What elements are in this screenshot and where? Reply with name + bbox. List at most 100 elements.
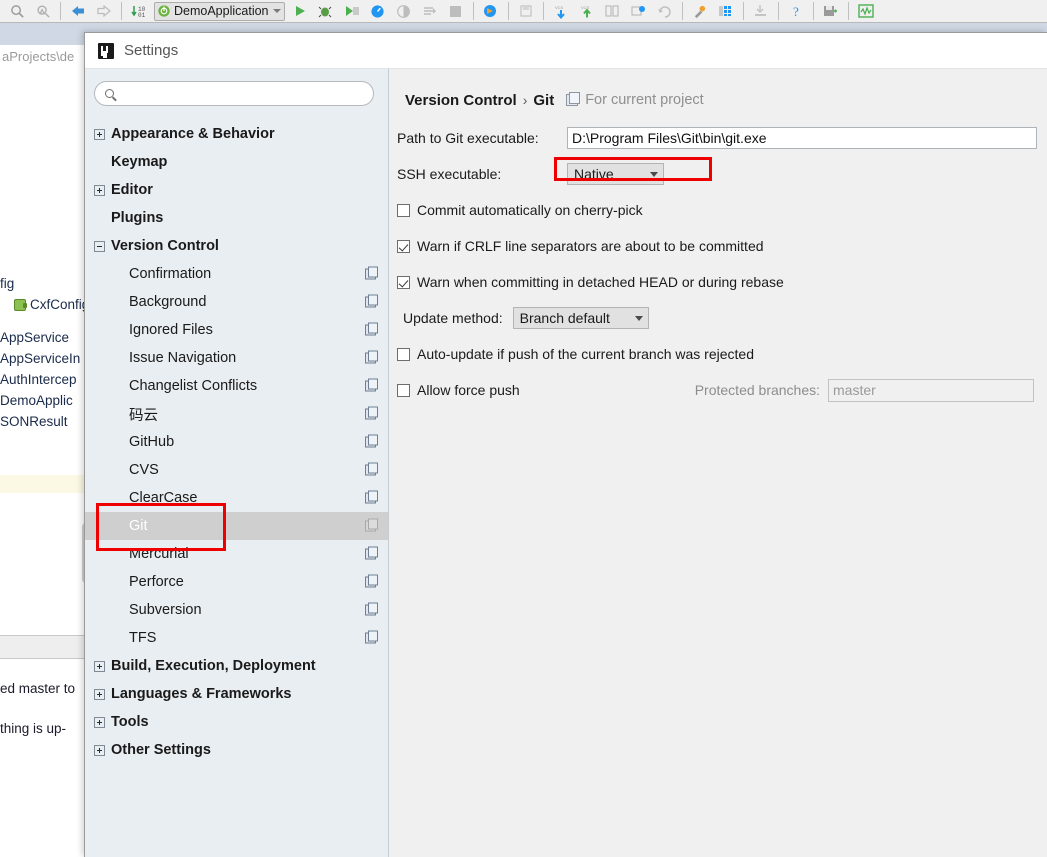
- breadcrumb: Version Control › Git For current projec…: [389, 89, 1047, 111]
- sidebar-item-clearcase[interactable]: ClearCase: [85, 484, 388, 512]
- sidebar-item-mercurial[interactable]: Mercurial: [85, 540, 388, 568]
- sidebar-item-label: 码云: [129, 407, 158, 424]
- breadcrumb-parent[interactable]: Version Control: [405, 92, 517, 109]
- run-configuration-selector[interactable]: DemoApplication: [154, 1, 285, 21]
- git-settings-pane: Version Control › Git For current projec…: [389, 69, 1047, 857]
- editor-code-line: AppService: [0, 327, 90, 348]
- sidebar-item-appearance-behavior[interactable]: Appearance & Behavior: [85, 120, 388, 148]
- rollback-icon[interactable]: [652, 0, 678, 22]
- sidebar-item-confirmation[interactable]: Confirmation: [85, 260, 388, 288]
- sidebar-item-git[interactable]: Git: [85, 512, 388, 540]
- sidebar-item-background[interactable]: Background: [85, 288, 388, 316]
- sidebar-item-plugins[interactable]: Plugins: [85, 204, 388, 232]
- sidebar-item-build-execution-deployment[interactable]: Build, Execution, Deployment: [85, 652, 388, 680]
- toggle-line-numbers-icon[interactable]: 10 01: [126, 0, 152, 22]
- step-over-icon[interactable]: [417, 0, 443, 22]
- code-text: DemoApplic: [0, 393, 73, 408]
- sidebar-item-subversion[interactable]: Subversion: [85, 596, 388, 624]
- run-coverage-icon[interactable]: [339, 0, 365, 22]
- sidebar-item-perforce[interactable]: Perforce: [85, 568, 388, 596]
- search-icon: [105, 89, 114, 98]
- ssh-executable-dropdown[interactable]: Native: [567, 163, 664, 185]
- allow-force-push-checkbox[interactable]: [397, 383, 410, 397]
- dialog-content: Appearance & Behavior Keymap Editor Plugins…: [85, 69, 1047, 857]
- spring-boot-icon: [158, 5, 170, 17]
- sidebar-item-other-settings[interactable]: Other Settings: [85, 736, 388, 764]
- auto-update-row[interactable]: Auto-update if push of the current branc…: [397, 343, 1047, 365]
- sidebar-item-label: Git: [129, 518, 148, 534]
- sidebar-item-[interactable]: 码云: [85, 400, 388, 428]
- sidebar-item-tools[interactable]: Tools: [85, 708, 388, 736]
- update-project-icon[interactable]: VCS: [548, 0, 574, 22]
- warn-crlf-row[interactable]: Warn if CRLF line separators are about t…: [397, 235, 1047, 257]
- project-scope-icon: [365, 546, 378, 560]
- pull-request-icon[interactable]: [626, 0, 652, 22]
- commit-cherry-pick-checkbox[interactable]: [397, 203, 410, 217]
- svg-text:?: ?: [793, 4, 799, 18]
- settings-icon[interactable]: [687, 0, 713, 22]
- ssh-executable-label: SSH executable:: [397, 166, 502, 182]
- sidebar-item-label: Version Control: [111, 238, 219, 254]
- commit-cherry-pick-row[interactable]: Commit automatically on cherry-pick: [397, 199, 1047, 221]
- dialog-titlebar[interactable]: Settings: [85, 33, 1047, 69]
- sidebar-item-cvs[interactable]: CVS: [85, 456, 388, 484]
- protected-branches-label: Protected branches:: [694, 382, 821, 398]
- protected-branches-input[interactable]: [828, 378, 1035, 402]
- expand-icon[interactable]: [94, 128, 105, 140]
- settings-tree: Appearance & Behavior Keymap Editor Plugins…: [85, 120, 388, 764]
- expand-icon[interactable]: [94, 744, 105, 756]
- search-everywhere-icon[interactable]: [4, 0, 30, 22]
- sidebar-item-version-control[interactable]: Version Control: [85, 232, 388, 260]
- forward-icon[interactable]: [91, 0, 117, 22]
- run-icon[interactable]: [287, 0, 313, 22]
- auto-update-checkbox[interactable]: [397, 347, 410, 361]
- sidebar-item-label: Ignored Files: [129, 322, 213, 338]
- warn-detached-head-checkbox[interactable]: [397, 275, 410, 289]
- sidebar-item-label: TFS: [129, 630, 157, 646]
- sidebar-item-languages-frameworks[interactable]: Languages & Frameworks: [85, 680, 388, 708]
- save-icon[interactable]: [818, 0, 844, 22]
- attach-debug-icon[interactable]: [391, 0, 417, 22]
- project-tree-item[interactable]: CxfConfig: [0, 294, 90, 315]
- settings-search-box[interactable]: [94, 81, 374, 106]
- ssh-executable-value: Native: [574, 166, 614, 182]
- sidebar-item-ignored-files[interactable]: Ignored Files: [85, 316, 388, 344]
- update-method-dropdown[interactable]: Branch default: [512, 307, 649, 329]
- save-all-icon[interactable]: [513, 0, 539, 22]
- chevron-down-icon[interactable]: [272, 9, 281, 13]
- expand-icon[interactable]: [94, 184, 105, 196]
- sidebar-item-issue-navigation[interactable]: Issue Navigation: [85, 344, 388, 372]
- sidebar-item-editor[interactable]: Editor: [85, 176, 388, 204]
- commit-icon[interactable]: VCS: [574, 0, 600, 22]
- expand-icon[interactable]: [94, 688, 105, 700]
- project-tree-item[interactable]: fig: [0, 273, 90, 294]
- expand-icon[interactable]: [94, 660, 105, 672]
- monitor-icon[interactable]: [853, 0, 879, 22]
- sidebar-item-tfs[interactable]: TFS: [85, 624, 388, 652]
- back-icon[interactable]: [65, 0, 91, 22]
- import-icon[interactable]: [748, 0, 774, 22]
- tool-window-splitter[interactable]: [0, 635, 90, 659]
- structure-search-icon[interactable]: [30, 0, 56, 22]
- sidebar-item-github[interactable]: GitHub: [85, 428, 388, 456]
- sidebar-item-changelist-conflicts[interactable]: Changelist Conflicts: [85, 372, 388, 400]
- warn-detached-head-row[interactable]: Warn when committing in detached HEAD or…: [397, 271, 1047, 293]
- profiler-icon[interactable]: [365, 0, 391, 22]
- search-wrapper: [85, 69, 388, 106]
- sidebar-item-keymap[interactable]: Keymap: [85, 148, 388, 176]
- help-icon[interactable]: ?: [783, 0, 809, 22]
- stop-icon[interactable]: [443, 0, 469, 22]
- path-to-git-input[interactable]: [567, 127, 1037, 149]
- console-text: thing is up-: [0, 720, 67, 736]
- collapse-icon[interactable]: [94, 240, 105, 252]
- browse-icon[interactable]: [478, 0, 504, 22]
- search-input[interactable]: [118, 85, 363, 102]
- expand-icon[interactable]: [94, 716, 105, 728]
- toolbar-separator: [472, 2, 474, 20]
- allow-force-push-row[interactable]: Allow force push Protected branches:: [397, 378, 1047, 402]
- project-structure-icon[interactable]: [713, 0, 739, 22]
- debug-icon[interactable]: [313, 0, 339, 22]
- chevron-down-icon: [650, 171, 658, 177]
- warn-crlf-checkbox[interactable]: [397, 239, 410, 253]
- diff-icon[interactable]: [600, 0, 626, 22]
